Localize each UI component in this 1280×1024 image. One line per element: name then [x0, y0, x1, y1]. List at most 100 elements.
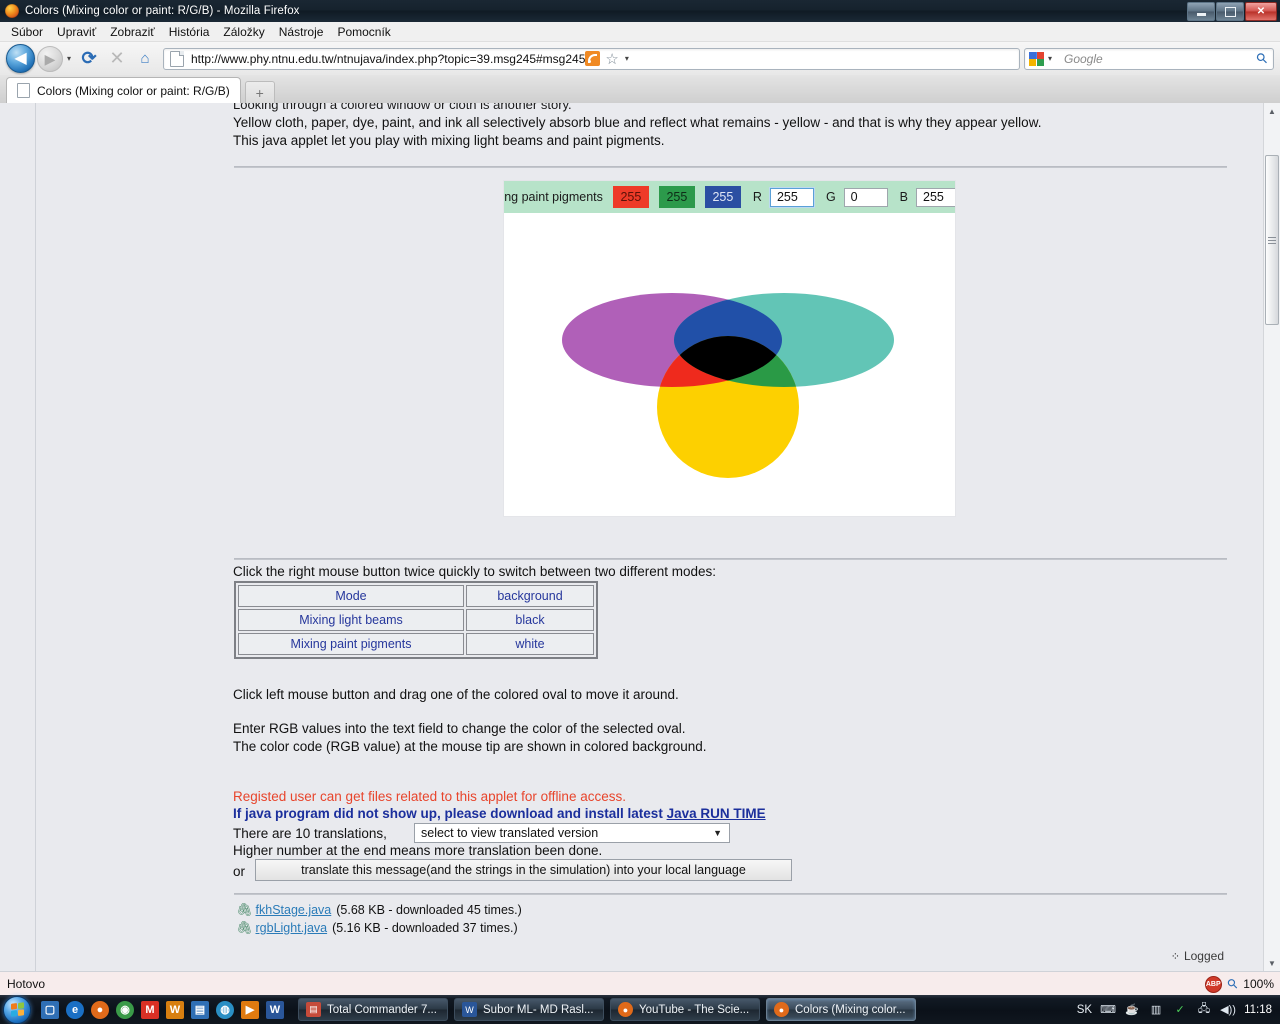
google-logo-icon — [1029, 51, 1044, 66]
task-total-commander[interactable]: ▤ Total Commander 7... — [298, 998, 448, 1021]
attachment-link[interactable]: rgbLight.java — [256, 921, 328, 935]
winamp-icon[interactable]: W — [166, 1000, 184, 1019]
language-indicator[interactable]: SK — [1077, 1004, 1092, 1016]
attachment-2: 🖇 rgbLight.java (5.16 KB - downloaded 37… — [236, 920, 518, 936]
minimize-button[interactable] — [1187, 2, 1215, 21]
g-input[interactable]: 0 — [843, 187, 888, 207]
firefox-logo-icon — [5, 4, 19, 18]
translations-note: Higher number at the end means more tran… — [233, 843, 603, 858]
adblock-icon[interactable]: ABP — [1204, 975, 1222, 993]
rss-feed-icon[interactable] — [585, 51, 601, 66]
scrollbar-thumb[interactable] — [1265, 155, 1279, 325]
logged-label: Logged — [1183, 949, 1224, 963]
color-mixing-canvas[interactable] — [504, 213, 955, 516]
translate-button[interactable]: translate this message(and the strings i… — [255, 859, 792, 881]
divider-middle — [234, 558, 1227, 560]
tab-colors-mixing[interactable]: Colors (Mixing color or paint: R/G/B) — [6, 77, 241, 103]
forward-icon[interactable]: ▶ — [37, 45, 63, 72]
attachment-link[interactable]: fkhStage.java — [256, 903, 332, 917]
windows-icon[interactable]: ▥ — [1148, 1002, 1164, 1018]
network-icon[interactable]: 🖧 — [1196, 1002, 1212, 1018]
menu-item-zalozky[interactable]: Záložky — [216, 23, 271, 41]
blue-swatch[interactable]: 255 — [704, 186, 741, 208]
bookmark-star-icon[interactable]: ☆ — [605, 50, 618, 68]
applet-mode-label: mixing paint pigments — [504, 190, 603, 204]
back-icon[interactable]: ◀ — [6, 44, 35, 73]
chevron-down-icon[interactable]: ▾ — [63, 54, 75, 63]
paperclip-icon: 🖇 — [236, 920, 253, 935]
menu-item-zobrazit[interactable]: Zobraziť — [103, 23, 162, 41]
translation-select[interactable]: select to view translated version ▼ — [414, 823, 730, 843]
address-chevron-down-icon[interactable]: ▾ — [621, 54, 633, 63]
new-tab-button[interactable]: + — [244, 81, 275, 103]
or-label: or — [233, 864, 246, 879]
tab-page-icon — [17, 83, 30, 98]
taskbar: ▢ e ● ◉ M W ▤ ◍ ▶ W ▤ Total Commander 7.… — [0, 995, 1280, 1024]
search-input[interactable]: Google — [1064, 52, 1257, 66]
security-icon[interactable]: ✓ — [1172, 1002, 1188, 1018]
zoom-icon[interactable]: ⚲ — [1224, 975, 1242, 993]
table-row: Mixing paint pigments white — [238, 633, 594, 655]
close-button[interactable]: ✕ — [1245, 2, 1277, 21]
start-button[interactable] — [3, 995, 31, 1024]
menu-item-pomocnik[interactable]: Pomocník — [330, 23, 397, 41]
red-swatch[interactable]: 255 — [612, 186, 649, 208]
firefox-icon[interactable]: ● — [91, 1000, 109, 1019]
search-engine-chevron-icon[interactable]: ▾ — [1044, 54, 1056, 63]
task-label: Colors (Mixing color... — [795, 1003, 906, 1016]
task-label: YouTube - The Scie... — [639, 1003, 750, 1016]
scroll-down-button[interactable]: ▼ — [1264, 955, 1280, 971]
window-title: Colors (Mixing color or paint: R/G/B) - … — [25, 5, 300, 17]
tab-bar: Colors (Mixing color or paint: R/G/B) + — [0, 75, 1280, 104]
task-colors-mixing[interactable]: ● Colors (Mixing color... — [766, 998, 916, 1021]
word-icon: W — [462, 1002, 477, 1017]
task-buttons: ▤ Total Commander 7... W Subor ML- MD Ra… — [298, 998, 916, 1021]
internet-explorer-icon[interactable]: e — [66, 1000, 84, 1019]
java-applet[interactable]: mixing paint pigments 255 255 255 R 255 … — [504, 181, 955, 516]
menu-item-historia[interactable]: História — [162, 23, 217, 41]
menu-item-upravit[interactable]: Upraviť — [50, 23, 103, 41]
media-player-icon[interactable]: ▶ — [241, 1000, 259, 1019]
show-desktop-icon[interactable]: ▢ — [41, 1000, 59, 1019]
clock[interactable]: 11:18 — [1244, 1004, 1272, 1016]
word-icon[interactable]: W — [266, 1000, 284, 1019]
task-youtube[interactable]: ● YouTube - The Scie... — [610, 998, 760, 1021]
forum-post: Looking through a colored window or clot… — [36, 103, 1246, 971]
task-word-document[interactable]: W Subor ML- MD Rasl... — [454, 998, 604, 1021]
home-icon[interactable]: ⌂ — [131, 46, 159, 72]
green-swatch[interactable]: 255 — [658, 186, 695, 208]
maximize-button[interactable] — [1216, 2, 1244, 21]
r-channel-label: R — [752, 190, 762, 204]
quick-launch-bar: ▢ e ● ◉ M W ▤ ◍ ▶ W — [41, 1000, 284, 1019]
volume-icon[interactable]: ◀)) — [1220, 1002, 1236, 1018]
g-channel-label: G — [825, 190, 836, 204]
address-bar[interactable]: http://www.phy.ntnu.edu.tw/ntnujava/inde… — [163, 47, 1020, 70]
menu-item-nastroje[interactable]: Nástroje — [272, 23, 331, 41]
navigation-toolbar: ◀ ▶ ▾ ⟳ ✕ ⌂ http://www.phy.ntnu.edu.tw/n… — [0, 42, 1280, 76]
keyboard-icon[interactable]: ⌨ — [1100, 1002, 1116, 1018]
chrome-icon[interactable]: ◉ — [116, 1000, 134, 1019]
r-input[interactable]: 255 — [769, 187, 814, 207]
venn-diagram[interactable] — [504, 213, 955, 516]
paragraph-line-2: This java applet let you play with mixin… — [233, 133, 665, 148]
java-icon[interactable]: ☕ — [1124, 1002, 1140, 1018]
modes-intro: Click the right mouse button twice quick… — [233, 564, 716, 579]
status-right-group: ABP ⚲ 100% — [1204, 975, 1274, 993]
vertical-scrollbar[interactable]: ▲ ▼ — [1263, 103, 1280, 971]
status-text: Hotovo — [7, 977, 46, 991]
menu-item-subor[interactable]: Súbor — [4, 23, 50, 41]
translation-select-value: select to view translated version — [421, 826, 599, 840]
table-row: Mode background — [238, 585, 594, 607]
search-bar[interactable]: ▾ Google ⚲ — [1024, 47, 1274, 70]
globe-icon[interactable]: ◍ — [216, 1000, 234, 1019]
menu-bar: Súbor Upraviť Zobraziť História Záložky … — [0, 22, 1280, 42]
scroll-up-button[interactable]: ▲ — [1264, 103, 1280, 119]
save-icon[interactable]: ▤ — [191, 1000, 209, 1019]
zoom-level[interactable]: 100% — [1243, 977, 1274, 991]
reload-icon[interactable]: ⟳ — [75, 46, 103, 72]
b-input[interactable]: 255 — [916, 187, 955, 207]
java-runtime-link[interactable]: Java RUN TIME — [667, 806, 766, 821]
stop-icon[interactable]: ✕ — [103, 46, 131, 72]
status-bar: Hotovo ABP ⚲ 100% — [0, 971, 1280, 996]
gmail-icon[interactable]: M — [141, 1000, 159, 1019]
